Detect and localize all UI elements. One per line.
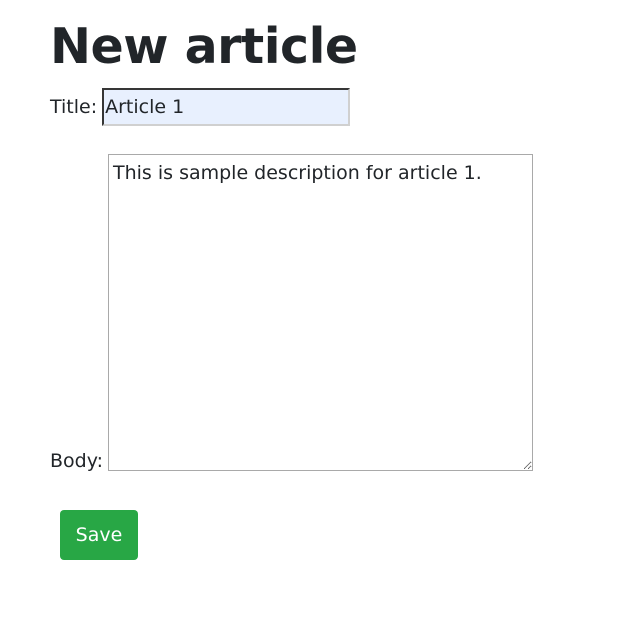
body-field-row: Body: This is sample description for art… [50, 154, 533, 472]
title-label: Title: [50, 96, 98, 118]
title-field-row: Title: [50, 88, 351, 126]
save-button[interactable]: Save [60, 510, 138, 560]
body-label: Body: [50, 450, 103, 472]
title-input[interactable] [102, 88, 351, 126]
page-title: New article [50, 18, 358, 75]
body-textarea[interactable]: This is sample description for article 1… [107, 154, 533, 471]
